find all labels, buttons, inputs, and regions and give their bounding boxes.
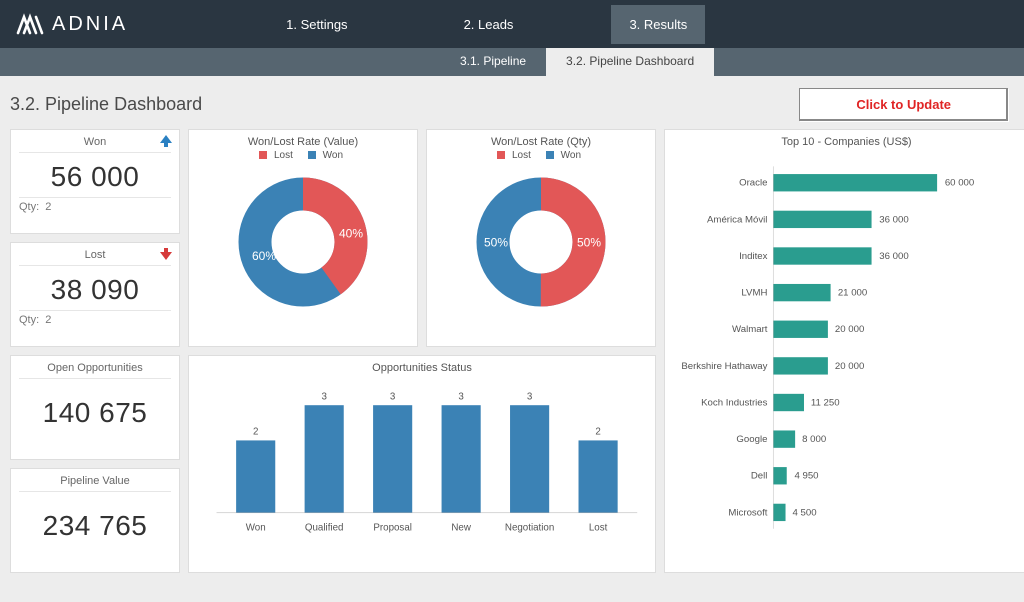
qty-label: Qty:	[19, 314, 39, 326]
donut-qty-title: Won/Lost Rate (Qty)	[435, 134, 647, 148]
status-chart: 2 3 3 3 3 2 Won Qualified Proposal New N…	[197, 374, 647, 544]
donut-value-chart: 40% 60%	[228, 167, 378, 317]
subnav-pipeline[interactable]: 3.1. Pipeline	[440, 48, 546, 76]
top10-val-9: 4 500	[793, 507, 817, 518]
top-nav: ADNIA 1. Settings 2. Leads 3. Results	[0, 0, 1024, 48]
status-lbl-1: Qualified	[305, 522, 344, 533]
top10-val-2: 36 000	[879, 251, 908, 262]
metric-won-qty: Qty: 2	[19, 197, 171, 213]
dashboard-grid: Won 56 000 Qty: 2 Lost 38 090 Qty: 2 Ope…	[10, 129, 1014, 573]
status-val-5: 2	[595, 427, 600, 438]
top10-chart: Oracle 60 000 América Móvil 36 000 Indit…	[673, 152, 1020, 547]
status-card: Opportunities Status 2 3 3 3 3	[188, 355, 656, 573]
status-lbl-4: Negotiation	[505, 522, 554, 533]
nav-leads[interactable]: 2. Leads	[446, 5, 532, 44]
legend-lost: Lost	[274, 150, 293, 161]
metric-pipe-label: Pipeline Value	[19, 473, 171, 492]
donut-value-title: Won/Lost Rate (Value)	[197, 134, 409, 148]
status-title: Opportunities Status	[197, 360, 647, 374]
metric-won-label: Won	[19, 134, 171, 153]
legend-won: Won	[323, 150, 343, 161]
top10-name-0: Oracle	[739, 178, 767, 189]
metric-lost-qty: Qty: 2	[19, 310, 171, 326]
page-header: 3.2. Pipeline Dashboard Click to Update	[10, 88, 1014, 121]
metric-lost-card: Lost 38 090 Qty: 2	[10, 242, 180, 347]
top10-name-6: Koch Industries	[701, 397, 768, 408]
brand-text: ADNIA	[52, 13, 128, 36]
status-lbl-5: Lost	[589, 522, 608, 533]
top10-val-8: 4 950	[794, 471, 818, 482]
top10-val-6: 11 250	[811, 397, 840, 408]
status-val-3: 3	[458, 391, 463, 402]
top10-name-3: LVMH	[741, 288, 767, 299]
top10-val-1: 36 000	[879, 214, 908, 225]
donut-qty-chart: 50% 50%	[466, 167, 616, 317]
top10-val-3: 21 000	[838, 288, 867, 299]
donut-qty-card: Won/Lost Rate (Qty) Lost Won 50% 50%	[426, 129, 656, 347]
top10-name-9: Microsoft	[728, 507, 767, 518]
donut-qty-lost-pct: 50%	[577, 236, 601, 250]
top10-name-7: Google	[736, 434, 767, 445]
metric-open-label: Open Opportunities	[19, 360, 171, 379]
metric-lost-label: Lost	[19, 247, 171, 266]
top10-name-8: Dell	[751, 471, 768, 482]
top10-val-0: 60 000	[945, 178, 974, 189]
qty-label: Qty:	[19, 201, 39, 213]
nav-results[interactable]: 3. Results	[611, 5, 705, 44]
top10-card: Top 10 - Companies (US$) Oracle 60 000 A…	[664, 129, 1024, 573]
page: 3.2. Pipeline Dashboard Click to Update …	[0, 76, 1024, 585]
top10-name-5: Berkshire Hathaway	[681, 361, 767, 372]
sub-nav: 3.1. Pipeline 3.2. Pipeline Dashboard	[0, 48, 1024, 76]
donut-qty-legend: Lost Won	[435, 148, 647, 163]
top10-name-4: Walmart	[732, 324, 768, 335]
metric-won-value: 56 000	[19, 153, 171, 197]
qty-val: 2	[45, 314, 51, 326]
legend-won: Won	[561, 150, 581, 161]
donut-value-lost-pct: 40%	[339, 227, 363, 241]
nav-settings[interactable]: 1. Settings	[268, 5, 365, 44]
status-val-0: 2	[253, 427, 258, 438]
donut-qty-won-pct: 50%	[484, 236, 508, 250]
top10-val-5: 20 000	[835, 361, 864, 372]
status-val-4: 3	[527, 391, 532, 402]
brand-logo: ADNIA	[16, 13, 128, 36]
update-button[interactable]: Click to Update	[799, 88, 1008, 121]
status-lbl-0: Won	[246, 522, 266, 533]
status-val-2: 3	[390, 391, 395, 402]
top10-val-4: 20 000	[835, 324, 864, 335]
arrow-up-icon	[159, 134, 173, 148]
metric-open-card: Open Opportunities 140 675	[10, 355, 180, 460]
top10-name-1: América Móvil	[707, 214, 767, 225]
arrow-down-icon	[159, 247, 173, 261]
legend-lost: Lost	[512, 150, 531, 161]
status-lbl-3: New	[451, 522, 471, 533]
metric-open-value: 140 675	[19, 379, 171, 433]
donut-value-legend: Lost Won	[197, 148, 409, 163]
nav-items: 1. Settings 2. Leads 3. Results	[268, 5, 705, 44]
top10-name-2: Inditex	[739, 251, 768, 262]
top10-val-7: 8 000	[802, 434, 826, 445]
metric-won-card: Won 56 000 Qty: 2	[10, 129, 180, 234]
top10-title: Top 10 - Companies (US$)	[673, 134, 1020, 152]
logo-icon	[16, 13, 44, 35]
subnav-dashboard[interactable]: 3.2. Pipeline Dashboard	[546, 48, 714, 76]
status-val-1: 3	[321, 391, 326, 402]
page-title: 3.2. Pipeline Dashboard	[10, 94, 202, 115]
metric-pipe-value: 234 765	[19, 492, 171, 546]
metric-pipe-card: Pipeline Value 234 765	[10, 468, 180, 573]
donut-value-card: Won/Lost Rate (Value) Lost Won 40% 60%	[188, 129, 418, 347]
qty-val: 2	[45, 201, 51, 213]
metric-lost-value: 38 090	[19, 266, 171, 310]
status-lbl-2: Proposal	[373, 522, 412, 533]
donut-value-won-pct: 60%	[252, 249, 276, 263]
